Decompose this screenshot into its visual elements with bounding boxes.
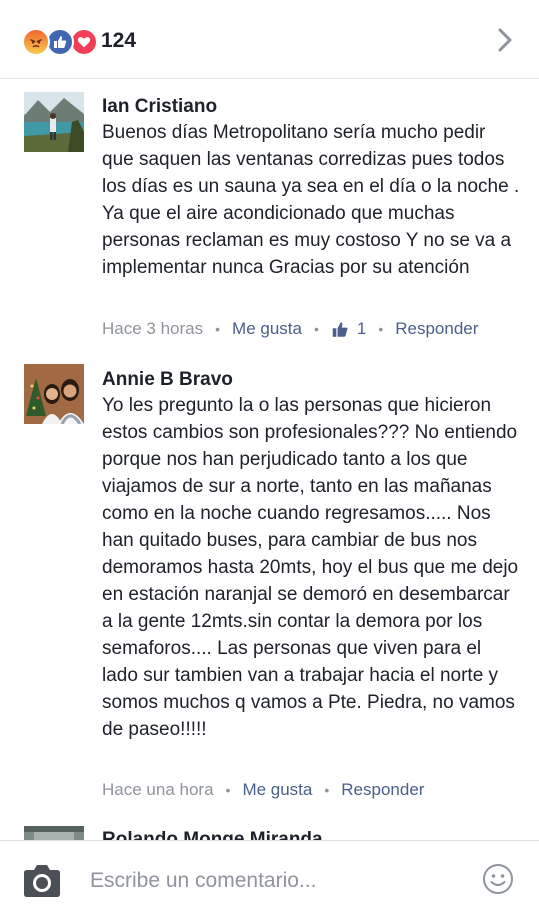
like-button[interactable]: Me gusta <box>242 780 312 800</box>
separator-dot: • <box>225 782 231 798</box>
like-count[interactable]: 1 <box>331 319 366 339</box>
love-icon <box>70 28 98 56</box>
reactions-header[interactable]: 124 <box>0 0 539 79</box>
thumbs-up-icon <box>332 321 348 337</box>
avatar[interactable] <box>24 364 84 424</box>
comment-actions: Hace 3 horas • Me gusta • 1 • Responder <box>102 319 478 339</box>
comment-composer <box>0 840 539 921</box>
comment-actions: Hace una hora • Me gusta • Responder <box>102 780 424 800</box>
avatar[interactable] <box>24 92 84 152</box>
comment-text: Buenos días Metropolitano sería mucho pe… <box>102 122 520 278</box>
separator-dot: • <box>324 782 330 798</box>
reaction-count[interactable]: 124 <box>101 29 136 53</box>
comment-text: Yo les pregunto la o las personas que hi… <box>102 395 519 740</box>
separator-dot: • <box>378 321 384 337</box>
like-button[interactable]: Me gusta <box>232 319 302 339</box>
comment-timestamp[interactable]: Hace 3 horas <box>102 319 203 339</box>
chevron-right-icon[interactable] <box>491 26 519 54</box>
like-count-value: 1 <box>356 319 367 338</box>
like-icon <box>46 28 74 56</box>
reply-button[interactable]: Responder <box>341 780 424 800</box>
emoji-icon[interactable] <box>482 863 514 895</box>
angry-icon <box>22 28 50 56</box>
avatar[interactable] <box>24 826 84 840</box>
comment-timestamp[interactable]: Hace una hora <box>102 780 214 800</box>
comment-author[interactable]: Ian Cristiano <box>102 96 217 118</box>
comment-input[interactable] <box>90 866 460 896</box>
separator-dot: • <box>215 321 221 337</box>
comment-author[interactable]: Annie B Bravo <box>102 369 233 391</box>
separator-dot: • <box>313 321 319 337</box>
reply-button[interactable]: Responder <box>395 319 478 339</box>
camera-icon[interactable] <box>22 863 62 899</box>
